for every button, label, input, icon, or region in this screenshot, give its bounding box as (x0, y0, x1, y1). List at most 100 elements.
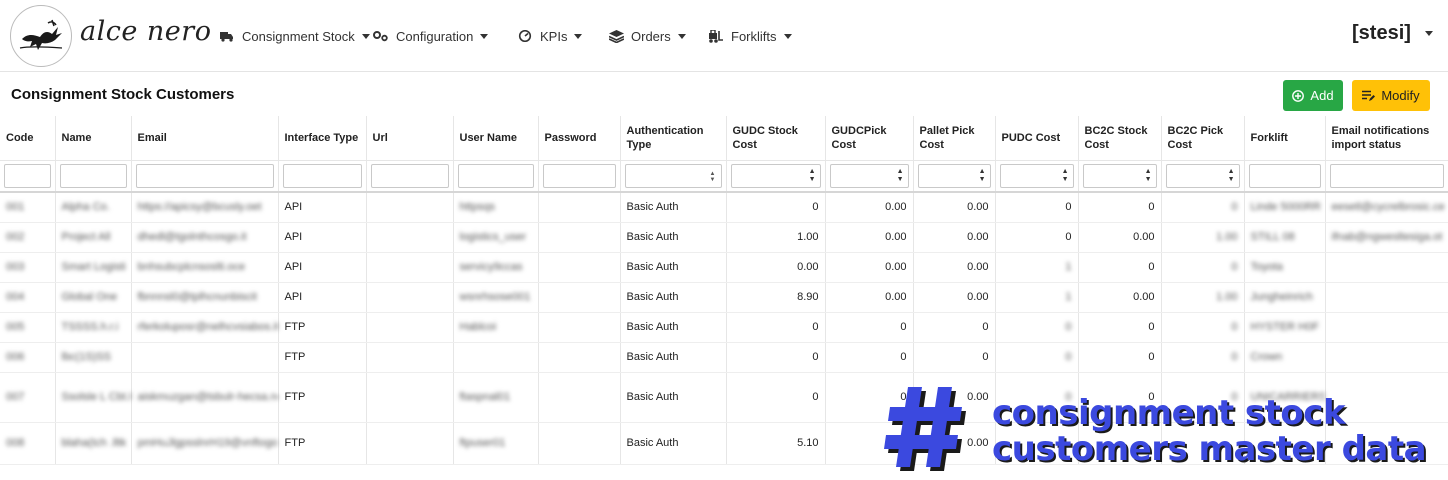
col-header[interactable]: GUDCPick Cost (825, 116, 914, 161)
cell-auth: Basic Auth (620, 222, 727, 253)
table-row[interactable]: 003 Smart Logisti bnhsubcplcnsoslti.oce API… (0, 252, 1448, 283)
cell-pallet-pick: 0 (913, 342, 996, 373)
cell-gudc-pick: 0 (825, 342, 914, 373)
modify-button[interactable]: Modify (1352, 80, 1430, 111)
filter-auth-select[interactable]: ▲ ▼ (624, 163, 722, 188)
cell-name: Smart Logisti (55, 252, 132, 283)
cell-code: 005 (0, 312, 56, 343)
spinner-icon[interactable]: ▲ ▼ (1145, 168, 1152, 184)
cell-gudc-pick: 0.00 (825, 252, 914, 283)
cell-url (366, 192, 454, 223)
cell-bc2c-stock: 0 (1078, 342, 1162, 373)
cell-gudc-stock: 0 (726, 372, 826, 423)
filter-password-input[interactable] (542, 163, 616, 188)
select-arrow-icon: ▲ ▼ (709, 170, 716, 183)
nav-kpis[interactable]: KPIs (517, 26, 583, 46)
col-header[interactable]: BC2C Pick Cost (1161, 116, 1245, 161)
filter-url-input[interactable] (370, 163, 449, 188)
cell-pudc: 1 (995, 282, 1079, 313)
cell-pallet-pick: 0 (913, 312, 996, 343)
cell-code: 007 (0, 372, 56, 423)
add-button-label: Add (1310, 88, 1334, 103)
cell-forklift: Toyota (1244, 252, 1326, 283)
cell-email-status (1325, 252, 1448, 283)
cell-pallet-pick: 0.00 (913, 192, 996, 223)
cell-pudc: 0 (995, 342, 1079, 373)
col-header[interactable]: User Name (453, 116, 539, 161)
cell-forklift: HYSTER H0F (1244, 312, 1326, 343)
caption-text: consignment stock customers master data (992, 395, 1427, 467)
col-header[interactable]: Interface Type (278, 116, 367, 161)
cell-code: 008 (0, 422, 56, 465)
cell-pallet-pick: 0.00 (913, 222, 996, 253)
filter-name-input[interactable] (59, 163, 127, 188)
col-header[interactable]: Email (131, 116, 279, 161)
col-header[interactable]: GUDC Stock Cost (726, 116, 826, 161)
nav-label: Configuration (396, 28, 474, 44)
chevron-down-icon (677, 33, 686, 39)
col-header[interactable]: Authentication Type (620, 116, 727, 161)
col-header[interactable]: Url (366, 116, 454, 161)
filter-code-input[interactable] (4, 163, 51, 188)
filter-email-input[interactable] (135, 163, 274, 188)
filter-username-input[interactable] (457, 163, 534, 188)
table-row[interactable]: 005 TSSSS.h.r.i rferkoluposr@nelhcvsiabos.… (0, 312, 1448, 343)
filter-gudc-stock-stepper[interactable]: ▲ ▼ (730, 163, 821, 188)
cell-code: 001 (0, 192, 56, 223)
cell-gudc-pick: 0.00 (825, 192, 914, 223)
filter-gudc-pick-stepper[interactable]: ▲ ▼ (829, 163, 909, 188)
col-header[interactable]: Pallet Pick Cost (913, 116, 996, 161)
cell-url (366, 342, 454, 373)
table-row[interactable]: 002 Project All dhedl@tgolnthcosgo.it API lo… (0, 222, 1448, 253)
table-row[interactable]: 006 lbc(1S)SS FTP Basic Auth 0 0 0 0 0 0 Crown (0, 342, 1448, 373)
col-header[interactable]: Name (55, 116, 132, 161)
filter-email-status-input[interactable] (1329, 163, 1444, 188)
col-header[interactable]: PUDC Cost (995, 116, 1079, 161)
filter-forklift-input[interactable] (1248, 163, 1321, 188)
user-menu[interactable]: [stesi] (1352, 22, 1433, 45)
add-button[interactable]: Add (1283, 80, 1343, 111)
cell-email: aiskmuzgan@tsbulr-hecsa.net (131, 372, 279, 423)
cell-bc2c-stock: 0 (1078, 192, 1162, 223)
table-row[interactable]: 001 Alpha Co. https://apicsy@bcusly.oet API… (0, 192, 1448, 223)
col-header[interactable]: Password (538, 116, 621, 161)
cell-password (538, 192, 621, 223)
table-row[interactable]: 004 Global One fbnnnsl0@tplhcnunbiscit API w… (0, 282, 1448, 313)
cell-url (366, 422, 454, 465)
cell-gudc-stock: 0 (726, 312, 826, 343)
cell-pudc: 0 (995, 312, 1079, 343)
nav-orders[interactable]: Orders (608, 26, 686, 46)
filter-interface-input[interactable] (282, 163, 362, 188)
filter-pudc-stepper[interactable]: ▲ ▼ (999, 163, 1074, 188)
filter-bc2c-stock-stepper[interactable]: ▲ ▼ (1082, 163, 1157, 188)
cell-bc2c-pick: 1.00 (1161, 222, 1245, 253)
col-header[interactable]: Code (0, 116, 56, 161)
cell-forklift: Crown (1244, 342, 1326, 373)
cell-code: 006 (0, 342, 56, 373)
cell-gudc-stock: 0.00 (726, 252, 826, 283)
cell-name: Ssolsle L Cbt.F Tecsse Lssisnurle (55, 372, 132, 423)
col-header[interactable]: Email notifications import status (1325, 116, 1448, 161)
cell-forklift: Linde 5000RR (1244, 192, 1326, 223)
nav-configuration[interactable]: Configuration (373, 26, 489, 46)
cell-forklift: Jungheinrich (1244, 282, 1326, 313)
nav-consignment-stock[interactable]: Consignment Stock (219, 26, 370, 46)
brand-logo[interactable] (10, 5, 72, 67)
nav-forklifts[interactable]: Forklifts (708, 26, 792, 46)
col-header[interactable]: BC2C Stock Cost (1078, 116, 1162, 161)
spinner-icon[interactable]: ▲ ▼ (1062, 168, 1069, 184)
cell-url (366, 372, 454, 423)
filter-pallet-pick-stepper[interactable]: ▲ ▼ (917, 163, 991, 188)
spinner-icon[interactable]: ▲ ▼ (1228, 168, 1235, 184)
cell-password (538, 252, 621, 283)
col-header[interactable]: Forklift (1244, 116, 1326, 161)
cell-email (131, 342, 279, 373)
spinner-icon[interactable]: ▲ ▼ (809, 168, 816, 184)
forklift-icon (708, 29, 724, 43)
filter-bc2c-pick-stepper[interactable]: ▲ ▼ (1165, 163, 1240, 188)
spinner-icon[interactable]: ▲ ▼ (979, 168, 986, 184)
spinner-icon[interactable]: ▲ ▼ (897, 168, 904, 184)
cell-email: rferkoluposr@nelhcvsiabos.it (131, 312, 279, 343)
brand-name[interactable]: alce nero (80, 16, 211, 47)
chevron-down-icon (574, 33, 583, 39)
